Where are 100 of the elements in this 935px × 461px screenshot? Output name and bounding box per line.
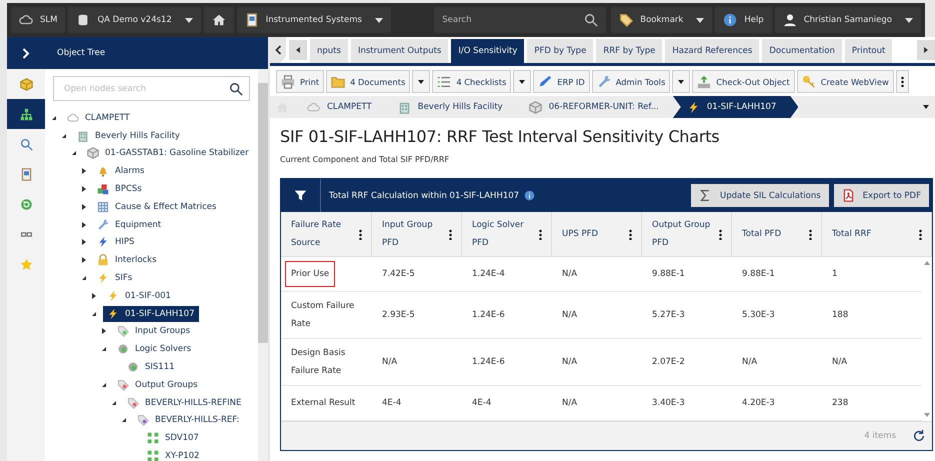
tree-node[interactable]: Cause & Effect Matrices [93,198,220,215]
breadcrumb-item[interactable]: Beverly Hills Facility [386,96,517,118]
expander-icon[interactable] [122,418,126,422]
search-input[interactable]: Search [442,15,584,25]
tree-node[interactable]: Alarms [93,163,148,180]
tree-node[interactable]: SDV107 [143,430,203,446]
tree-node[interactable]: Beverly Hills Facility [73,128,184,144]
tree-node[interactable]: BPCSs [93,181,146,198]
expander-icon[interactable] [112,400,116,405]
breadcrumb-item[interactable]: 01-SIF-LAHH107 [672,96,798,118]
home-button[interactable] [204,7,234,33]
expander-icon[interactable] [82,239,86,246]
table-cell-text: Design Basis Failure Rate [290,347,346,378]
scroll-left-button[interactable] [289,40,307,60]
top-menu-button[interactable]: Bookmark [611,7,712,33]
toolbar-button[interactable]: Create WebView [796,70,894,93]
tree-node[interactable]: Logic Solvers [113,341,196,358]
column-menu-icon[interactable] [359,228,362,240]
tab[interactable]: Hazard References [665,39,760,63]
breadcrumb-item[interactable]: 06-REFORMER-UNIT: Ref... [516,96,673,118]
tree-node[interactable]: SIFs [93,270,136,286]
top-menu-button[interactable]: QA Demo v24s12 [68,7,201,33]
column-header[interactable]: Logic Solver PFD [472,216,533,252]
tree-node[interactable]: BEVERLY-HILLS-REF: [133,412,244,428]
tree-node[interactable]: Interlocks [93,252,161,268]
expander-icon[interactable] [102,382,106,387]
refresh-icon [20,198,32,210]
column-header[interactable]: Failure Rate Source [291,216,353,252]
column-menu-icon[interactable] [809,228,812,240]
rail-button[interactable] [7,99,45,129]
tab[interactable]: RRF by Type [596,39,662,63]
grid-button[interactable]: Update SIL Calculations [691,184,829,207]
tree-node[interactable]: BEVERLY-HILLS-REFINE [123,394,246,411]
dropdown-button[interactable] [412,70,430,93]
column-menu-icon[interactable] [919,228,922,240]
tab[interactable]: Documentation [762,39,842,63]
expander-icon[interactable] [82,204,86,210]
expander-icon[interactable] [92,292,96,299]
tab[interactable]: PFD by Type [527,39,594,63]
top-menu-button[interactable]: Christian Samaniego [774,7,921,33]
column-header[interactable]: UPS PFD [562,225,623,243]
top-menu-button[interactable]: Help [715,7,772,33]
expander-icon[interactable] [62,134,66,138]
scrollbar-thumb[interactable] [258,83,268,343]
search-field[interactable]: Search [434,7,606,33]
column-menu-icon[interactable] [719,228,722,240]
expander-icon[interactable] [82,222,86,228]
caret-icon[interactable] [923,105,929,109]
collapse-button[interactable] [270,37,286,63]
toolbar-button[interactable]: 4 Documents [326,70,410,93]
top-menu-button[interactable]: SLM [11,7,66,33]
breadcrumb-item[interactable]: CLAMPETT [295,96,386,118]
expander-icon[interactable] [82,257,86,264]
cube-icon [528,100,542,114]
column-header[interactable]: Total RRF [832,225,913,243]
tree-node[interactable]: 01-GASSTAB1: Gasoline Stabilizer [83,145,253,162]
search-field[interactable]: Open nodes search [53,76,250,101]
column-menu-icon[interactable] [449,228,452,240]
column-menu-icon[interactable] [539,228,542,240]
tab[interactable]: Instrument Outputs [350,39,448,63]
tree-node[interactable]: HIPS [93,234,138,250]
column-menu-icon[interactable] [629,228,632,240]
grid-button[interactable]: Export to PDF [834,184,929,207]
refresh-button[interactable] [912,429,926,443]
column-header[interactable]: Total PFD [742,225,803,243]
tree-node[interactable]: Output Groups [113,376,202,393]
expander-icon[interactable] [82,168,86,174]
toolbar-button[interactable]: Print [276,70,324,93]
expander-icon[interactable] [52,116,56,120]
tree-node[interactable]: Equipment [93,216,166,233]
tab[interactable]: nputs [310,39,348,63]
toolbar-button[interactable]: Admin Tools [592,70,670,93]
toolbar-button[interactable]: 4 Checklists [432,70,512,93]
tab[interactable]: I/O Sensitivity [451,39,524,63]
tree-node[interactable]: Input Groups [113,323,194,340]
expander-icon[interactable] [82,276,86,280]
search-icon [229,82,243,96]
column-header[interactable]: Input Group PFD [382,216,443,252]
expander-icon[interactable] [92,312,96,316]
dropdown-button[interactable] [672,70,690,93]
tree-node[interactable]: CLAMPETT [63,110,134,126]
toolbar-button[interactable]: Check-Out Object [692,70,795,93]
more-button[interactable] [896,70,909,93]
dropdown-button[interactable] [513,70,532,93]
toolbar-button[interactable]: ERP ID [533,70,590,93]
top-menu-button[interactable]: Instrumented Systems [236,7,391,33]
tree-node[interactable]: SIS111 [123,359,179,376]
scroll-right-button[interactable] [917,40,935,60]
expander-icon[interactable] [72,151,76,156]
table-cell-text: 188 [832,309,848,322]
tree-node[interactable]: 01-SIF-001 [103,288,175,304]
tab[interactable]: Printout [844,39,892,63]
tag-icon [117,378,129,391]
tree-node[interactable]: XY-P102 [143,448,204,461]
expander-icon[interactable] [102,328,106,334]
table-cell-text: N/A [562,309,578,322]
expander-icon[interactable] [102,347,106,352]
expander-icon[interactable] [82,186,86,192]
tree-node[interactable]: 01-SIF-LAHH107 [103,306,198,322]
column-header[interactable]: Output Group PFD [652,216,713,252]
